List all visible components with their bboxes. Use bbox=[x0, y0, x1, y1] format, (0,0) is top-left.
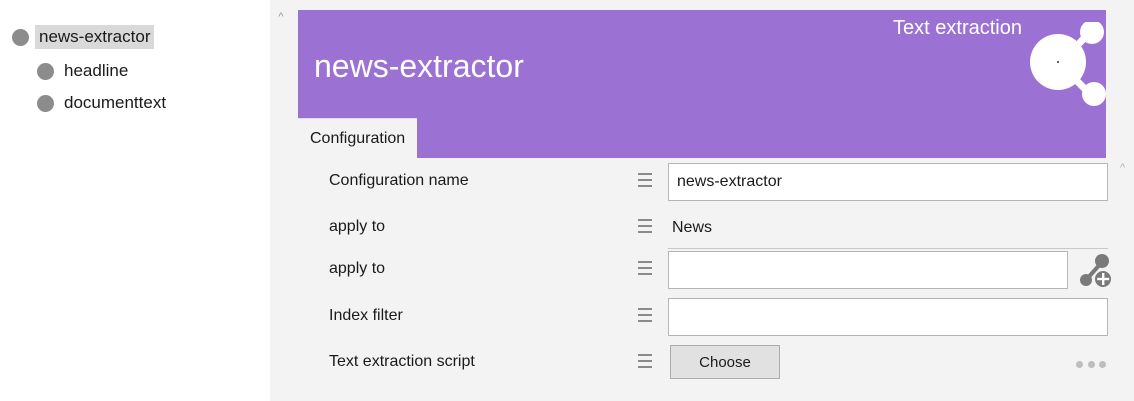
tree-item-label: news-extractor bbox=[35, 25, 155, 49]
tab-configuration[interactable]: Configuration bbox=[298, 118, 418, 158]
drag-handle-icon[interactable] bbox=[638, 173, 652, 187]
node-dot-icon bbox=[12, 28, 29, 46]
drag-handle-icon[interactable] bbox=[638, 308, 652, 322]
tree-item-news-extractor[interactable]: news-extractor bbox=[12, 24, 155, 50]
drag-handle-icon[interactable] bbox=[638, 354, 652, 368]
scroll-up-arrow-icon[interactable]: ^ bbox=[274, 12, 288, 23]
apply-to-input[interactable] bbox=[668, 251, 1068, 289]
index-filter-input[interactable] bbox=[668, 298, 1108, 336]
field-label: Text extraction script bbox=[329, 353, 475, 370]
apply-to-value: News bbox=[672, 219, 713, 236]
drag-handle-icon[interactable] bbox=[638, 219, 652, 233]
add-link-icon[interactable] bbox=[1078, 252, 1112, 288]
object-title: news-extractor bbox=[314, 48, 524, 84]
tree-item-label: documenttext bbox=[64, 93, 167, 112]
form-row-apply-to-link: apply to bbox=[298, 248, 1111, 292]
object-header: news-extractor Text extraction bbox=[298, 10, 1106, 158]
form-row-apply-to: apply to News bbox=[298, 206, 1108, 250]
more-options-icon[interactable] bbox=[1076, 359, 1106, 369]
node-dot-icon bbox=[37, 62, 54, 80]
field-label: Index filter bbox=[329, 307, 403, 324]
scroll-up-arrow-icon[interactable]: ^ bbox=[1120, 162, 1125, 174]
choose-script-button[interactable]: Choose bbox=[670, 345, 780, 379]
field-label: Configuration name bbox=[329, 172, 469, 189]
tree-panel: news-extractor headline documenttext bbox=[0, 0, 270, 401]
form-row-configuration-name: Configuration name bbox=[298, 160, 1108, 204]
tree-item-documenttext[interactable]: documenttext bbox=[37, 90, 170, 116]
field-label: apply to bbox=[329, 218, 386, 235]
field-label: apply to bbox=[329, 260, 386, 277]
node-dot-icon bbox=[37, 94, 54, 112]
tree-item-headline[interactable]: headline bbox=[37, 58, 132, 84]
configuration-name-input[interactable] bbox=[668, 163, 1108, 201]
share-network-icon bbox=[1030, 22, 1106, 106]
object-type-label: Text extraction bbox=[893, 17, 1022, 39]
form-row-text-extraction-script: Text extraction script Choose bbox=[298, 341, 1106, 385]
detail-panel: ^ news-extractor Text extraction Configu… bbox=[270, 0, 1134, 401]
form-row-index-filter: Index filter bbox=[298, 295, 1108, 339]
tree-item-label: headline bbox=[64, 61, 129, 80]
drag-handle-icon[interactable] bbox=[638, 261, 652, 275]
configuration-form: ^ Configuration name apply to News apply… bbox=[298, 158, 1125, 401]
